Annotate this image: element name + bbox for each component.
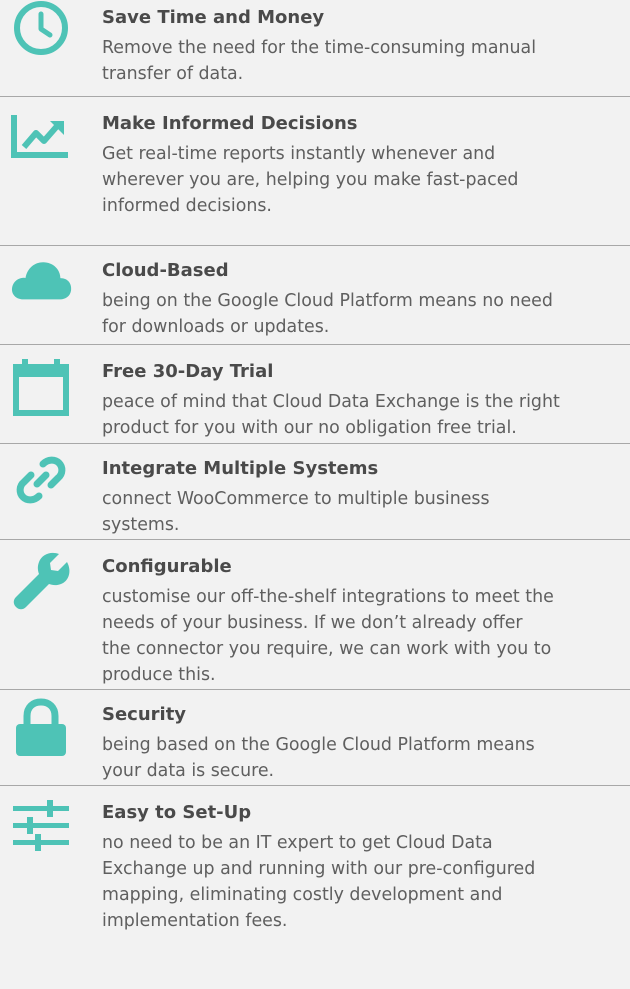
feature-description: customise our off-the-shelf integrations… (102, 587, 554, 685)
wrench-icon (10, 550, 72, 612)
feature-title: Easy to Set-Up (102, 802, 252, 823)
lock-icon (10, 698, 72, 760)
feature-item-cloud-based: Cloud-Based being on the Google Cloud Pl… (0, 246, 630, 345)
feature-item-free-trial: Free 30-Day Trial peace of mind that Clo… (0, 345, 630, 444)
feature-description: Remove the need for the time-consuming m… (102, 38, 537, 84)
sliders-icon (10, 798, 72, 860)
feature-title: Save Time and Money (102, 7, 325, 28)
chart-icon (10, 111, 72, 173)
feature-title: Integrate Multiple Systems (102, 458, 379, 479)
feature-title: Free 30-Day Trial (102, 361, 274, 382)
feature-title: Configurable (102, 556, 232, 577)
feature-description: connect WooCommerce to multiple business… (102, 489, 490, 535)
feature-item-configurable: Configurable customise our off-the-shelf… (0, 540, 630, 690)
feature-description: being on the Google Cloud Platform means… (102, 291, 553, 337)
calendar-icon (10, 357, 72, 419)
feature-description: peace of mind that Cloud Data Exchange i… (102, 392, 560, 438)
feature-item-informed-decisions: Make Informed Decisions Get real-time re… (0, 97, 630, 246)
feature-item-security: Security being based on the Google Cloud… (0, 690, 630, 786)
feature-title: Cloud-Based (102, 260, 229, 281)
feature-list: Save Time and Money Remove the need for … (0, 0, 630, 939)
feature-title: Security (102, 704, 187, 725)
feature-item-easy-setup: Easy to Set-Up no need to be an IT exper… (0, 786, 630, 939)
feature-item-integrate: Integrate Multiple Systems connect WooCo… (0, 444, 630, 540)
clock-icon (10, 0, 72, 60)
feature-description: Get real-time reports instantly whenever… (102, 144, 519, 216)
link-icon (10, 454, 72, 516)
feature-item-save-time: Save Time and Money Remove the need for … (0, 0, 630, 97)
feature-description: no need to be an IT expert to get Cloud … (102, 833, 536, 931)
feature-title: Make Informed Decisions (102, 113, 358, 134)
feature-description: being based on the Google Cloud Platform… (102, 735, 535, 781)
cloud-icon (10, 254, 72, 316)
